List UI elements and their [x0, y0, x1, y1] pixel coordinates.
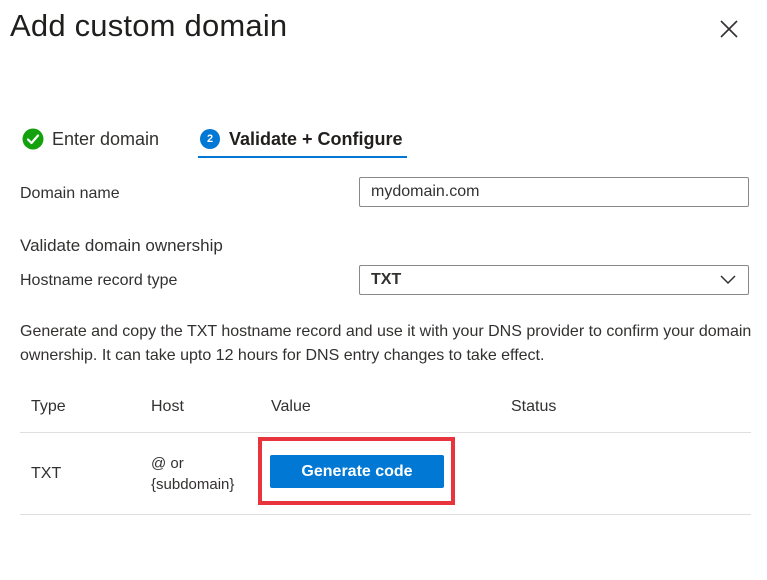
domain-name-value: mydomain.com [371, 183, 480, 200]
instructions-text: Generate and copy the TXT hostname recor… [20, 323, 752, 364]
domain-name-field[interactable]: mydomain.com [359, 177, 749, 207]
domain-name-label: Domain name [20, 185, 120, 202]
cell-type: TXT [31, 465, 62, 482]
record-type-select[interactable]: TXT [359, 265, 749, 295]
section-heading: Validate domain ownership [20, 236, 223, 255]
wizard-tabs: Enter domain 2 Validate + Configure [22, 120, 442, 162]
check-circle-icon [22, 128, 44, 150]
column-header-value: Value [271, 398, 311, 415]
tab-enter-domain[interactable]: Enter domain [22, 120, 159, 158]
active-tab-underline [198, 156, 407, 158]
cell-host: @ or {subdomain} [151, 453, 234, 495]
tab-enter-domain-label: Enter domain [52, 128, 160, 149]
column-header-host: Host [151, 398, 184, 415]
header-divider [20, 432, 751, 433]
step-number-badge: 2 [200, 129, 220, 149]
tab-validate-configure[interactable]: 2 Validate + Configure [200, 120, 403, 158]
record-type-label: Hostname record type [20, 272, 178, 289]
record-type-value: TXT [371, 271, 402, 288]
tab-validate-configure-label: Validate + Configure [229, 128, 403, 149]
host-line-1: @ or [151, 455, 184, 472]
close-button[interactable] [718, 18, 740, 40]
row-divider [20, 514, 751, 515]
close-icon [720, 20, 738, 38]
column-header-type: Type [31, 398, 66, 415]
chevron-down-icon [720, 275, 736, 285]
dialog-title: Add custom domain [10, 8, 288, 43]
column-header-status: Status [511, 398, 557, 415]
generate-code-button[interactable]: Generate code [270, 455, 444, 488]
host-line-2: {subdomain} [151, 476, 235, 493]
